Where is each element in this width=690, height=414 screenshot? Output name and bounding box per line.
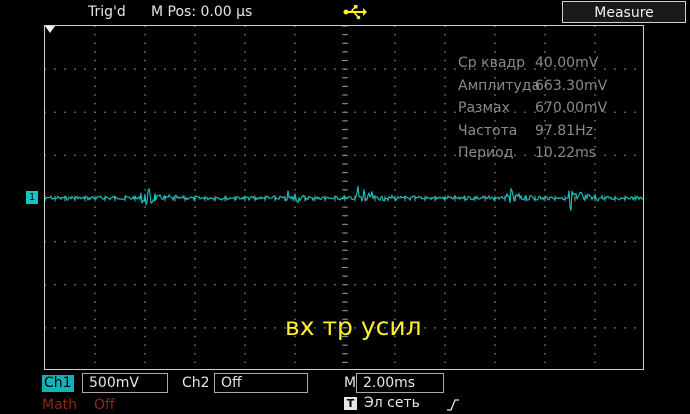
ch1-ground-marker[interactable]: 1: [26, 191, 38, 204]
waveform-display: Ср квадр 40.00mV Амплитуда 663.30mV Разм…: [44, 25, 644, 370]
trigger-status: Trig'd: [88, 4, 126, 20]
measurement-row: Амплитуда 663.30mV: [458, 75, 643, 98]
math-label[interactable]: Math: [42, 397, 77, 413]
measurement-value: 663.30mV: [535, 77, 608, 94]
trigger-icon: T: [344, 397, 357, 410]
rising-edge-icon: [447, 399, 459, 411]
timebase-label: M: [344, 375, 357, 391]
ch2-value: Off: [214, 373, 308, 393]
horizontal-position: M Pos: 0.00 µs: [151, 4, 253, 20]
measurement-value: 40.00mV: [535, 55, 599, 71]
measurement-row: Период 10.22ms: [458, 142, 643, 165]
ch1-scale: 500mV: [82, 373, 168, 393]
measurement-label: Период: [458, 145, 514, 161]
measurement-label: Амплитуда: [458, 77, 541, 94]
top-status-bar: Trig'd M Pos: 0.00 µs Measure: [0, 0, 690, 24]
measurement-row: Размах 670.00mV: [458, 97, 643, 120]
ch2-label[interactable]: Ch2: [182, 375, 210, 392]
measurement-label: Размах: [458, 100, 510, 116]
bottom-status-bar: Ch1 500mV Ch2 Off Math Off M 2.00ms T Эл…: [0, 372, 690, 414]
ch1-label[interactable]: Ch1: [42, 375, 74, 392]
trigger-source[interactable]: Эл сеть: [364, 395, 420, 412]
measure-menu-button[interactable]: Measure: [562, 1, 686, 23]
usb-icon: [343, 5, 367, 20]
measurement-value: 97.81Hz: [535, 122, 593, 139]
math-value: Off: [94, 397, 115, 413]
measurement-row: Ср квадр 40.00mV: [458, 52, 643, 75]
trigger-arrow-icon: [45, 26, 55, 33]
timebase-value[interactable]: 2.00ms: [356, 373, 444, 393]
measurement-value: 670.00mV: [535, 100, 608, 116]
measurement-label: Частота: [458, 122, 518, 139]
measurement-value: 10.22ms: [535, 145, 597, 161]
screen-caption: вх тр усил: [285, 312, 422, 341]
measurement-label: Ср квадр: [458, 55, 525, 71]
measurement-panel: Ср квадр 40.00mV Амплитуда 663.30mV Разм…: [458, 52, 643, 165]
measurement-row: Частота 97.81Hz: [458, 120, 643, 143]
